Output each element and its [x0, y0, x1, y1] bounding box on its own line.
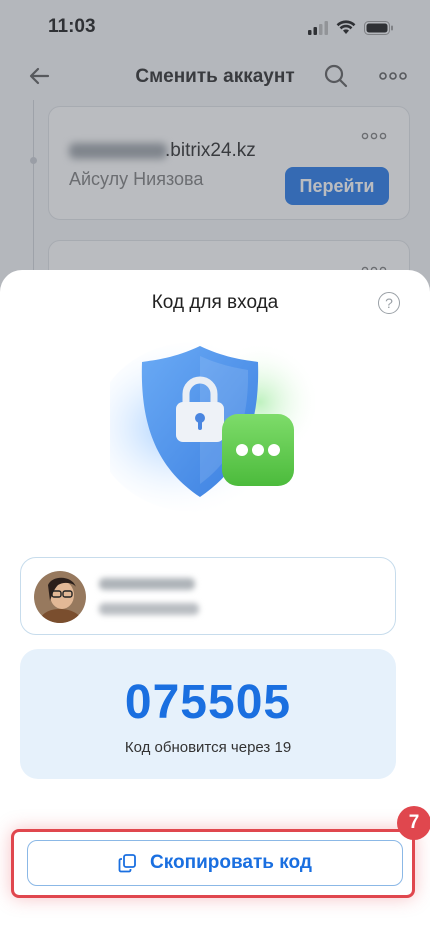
lock-shield-icon — [110, 342, 320, 512]
copy-code-button[interactable]: Скопировать код — [27, 840, 403, 886]
help-icon[interactable]: ? — [378, 292, 400, 314]
step-badge: 7 — [397, 806, 430, 840]
login-code: 075505 — [124, 676, 292, 729]
copy-code-label: Скопировать код — [150, 852, 312, 873]
blurred-username — [99, 603, 199, 615]
phone-screen: 11:03 Сменить аккаунт .bitrix24.kz Айсул… — [0, 0, 430, 930]
sheet-title: Код для входа — [151, 292, 279, 313]
login-code-sheet: Код для входа ? 075505 Код обновится чер… — [0, 270, 430, 930]
profile-card — [20, 557, 396, 635]
code-timer: Код обновится через 19 — [124, 739, 292, 756]
copy-icon — [118, 854, 136, 873]
blurred-workspace — [99, 578, 195, 590]
code-card: 075505 Код обновится через 19 — [20, 649, 396, 779]
avatar — [34, 571, 86, 623]
